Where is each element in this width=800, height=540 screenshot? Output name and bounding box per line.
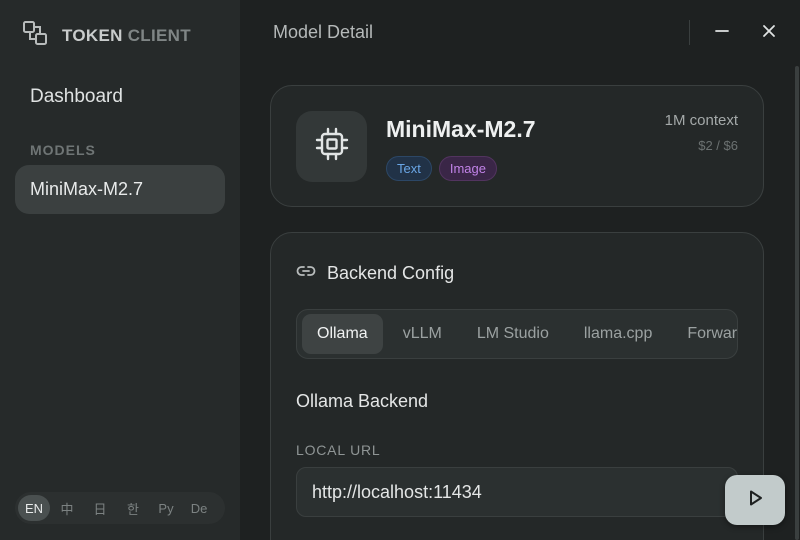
close-button[interactable] xyxy=(754,18,784,48)
sidebar: TOKEN CLIENT Dashboard MODELS MiniMax-M2… xyxy=(0,0,240,540)
page-title: Model Detail xyxy=(273,22,374,42)
backend-tabs: Ollama vLLM LM Studio llama.cpp Forwardi… xyxy=(296,309,738,359)
model-card: MiniMax-M2.7 Text Image 1M context $2 / … xyxy=(270,85,764,207)
lang-ru[interactable]: Ру xyxy=(150,495,182,521)
logo-icon xyxy=(22,20,48,51)
tab-ollama[interactable]: Ollama xyxy=(302,314,383,354)
close-icon xyxy=(762,24,776,43)
tag-text: Text xyxy=(386,156,432,181)
backend-config-title: Backend Config xyxy=(327,263,455,283)
brand-name-primary: TOKEN xyxy=(62,25,123,45)
model-price: $2 / $6 xyxy=(698,138,738,153)
lang-ja[interactable]: 日 xyxy=(84,495,116,521)
lang-ko[interactable]: 한 xyxy=(117,495,149,521)
lang-en[interactable]: EN xyxy=(18,495,50,521)
tab-forwarding[interactable]: Forwarding xyxy=(672,314,737,354)
sidebar-item-label: MiniMax-M2.7 xyxy=(30,179,144,199)
local-url-label: LOCAL URL xyxy=(296,442,381,458)
language-switcher: EN 中 日 한 Ру De xyxy=(15,492,225,524)
models-section-label: MODELS xyxy=(30,142,96,158)
backend-subtitle: Ollama Backend xyxy=(296,391,429,411)
run-button[interactable] xyxy=(725,475,785,525)
nav-dashboard[interactable]: Dashboard xyxy=(30,86,123,108)
model-context: 1M context xyxy=(664,112,738,129)
link-icon xyxy=(296,261,316,286)
lang-de[interactable]: De xyxy=(183,495,215,521)
chip-icon xyxy=(315,127,349,166)
model-tags: Text Image xyxy=(386,156,504,181)
tab-lm-studio[interactable]: LM Studio xyxy=(462,314,564,354)
lang-zh[interactable]: 中 xyxy=(51,495,83,521)
minimize-button[interactable] xyxy=(707,18,737,48)
scrollbar[interactable] xyxy=(795,66,799,540)
local-url-input[interactable] xyxy=(296,467,738,517)
tag-image: Image xyxy=(438,156,497,181)
sidebar-item-minimax[interactable]: MiniMax-M2.7 xyxy=(15,165,225,214)
brand-name: TOKEN CLIENT xyxy=(62,26,191,46)
model-name: MiniMax-M2.7 xyxy=(386,116,536,142)
play-icon xyxy=(745,488,765,513)
backend-config-card: Backend Config Ollama vLLM LM Studio lla… xyxy=(270,232,764,540)
model-icon-tile xyxy=(296,111,367,182)
brand-name-secondary: CLIENT xyxy=(127,25,191,45)
tab-vllm[interactable]: vLLM xyxy=(388,314,457,354)
header-divider xyxy=(689,20,690,45)
backend-config-header: Backend Config xyxy=(296,261,454,286)
brand: TOKEN CLIENT xyxy=(22,20,191,51)
minus-icon xyxy=(715,24,729,43)
tab-llama-cpp[interactable]: llama.cpp xyxy=(569,314,667,354)
